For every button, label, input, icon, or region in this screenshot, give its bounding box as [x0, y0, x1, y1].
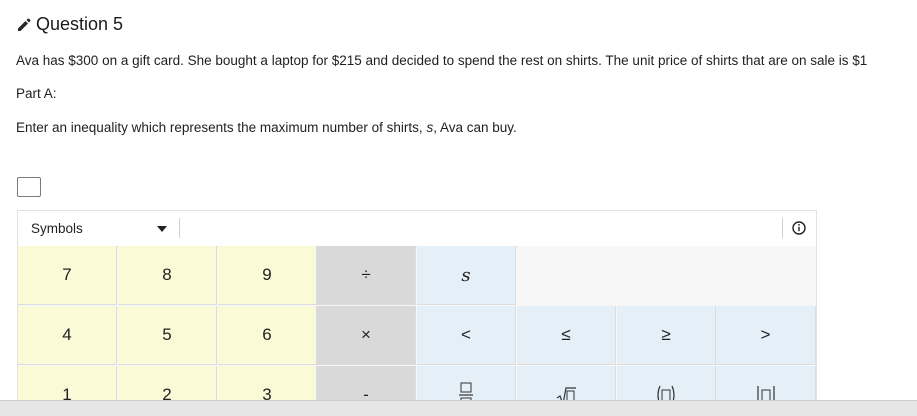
key-greater-than-or-equal[interactable]: ≥: [617, 306, 716, 365]
key-5[interactable]: 5: [118, 306, 217, 365]
key-less-than-or-equal[interactable]: ≤: [517, 306, 616, 365]
key-divide[interactable]: ÷: [317, 246, 416, 305]
chevron-down-icon[interactable]: [157, 226, 167, 232]
pencil-icon: [18, 18, 31, 31]
toolbar-divider: [179, 218, 180, 238]
key-6[interactable]: 6: [218, 306, 317, 365]
keypad-empty-area: [517, 246, 816, 305]
key-greater-than[interactable]: >: [716, 306, 816, 365]
keypad-toolbar: Symbols: [18, 211, 816, 247]
question-header: Question 5: [16, 14, 123, 35]
answer-input[interactable]: [17, 177, 41, 197]
key-less-than[interactable]: <: [417, 306, 516, 365]
part-label: Part A:: [16, 86, 57, 101]
key-9[interactable]: 9: [218, 246, 317, 305]
info-icon[interactable]: [792, 221, 806, 235]
math-keypad: Symbols 7 8 9 ÷ s 4 5 6 × < ≤ ≥ > 1 2 3 …: [17, 210, 817, 410]
key-multiply[interactable]: ×: [317, 306, 416, 365]
symbols-dropdown-label[interactable]: Symbols: [31, 221, 83, 236]
key-variable-s[interactable]: s: [417, 246, 516, 305]
prompt-prefix: Enter an inequality which represents the…: [16, 120, 427, 135]
question-prompt: Enter an inequality which represents the…: [16, 120, 517, 135]
key-8[interactable]: 8: [118, 246, 217, 305]
key-7[interactable]: 7: [18, 246, 117, 305]
key-4[interactable]: 4: [18, 306, 117, 365]
toolbar-divider: [782, 218, 783, 238]
prompt-suffix: , Ava can buy.: [433, 120, 517, 135]
bottom-scrollbar[interactable]: [0, 400, 917, 416]
question-title: Question 5: [36, 14, 124, 34]
question-body: Ava has $300 on a gift card. She bought …: [16, 53, 868, 68]
